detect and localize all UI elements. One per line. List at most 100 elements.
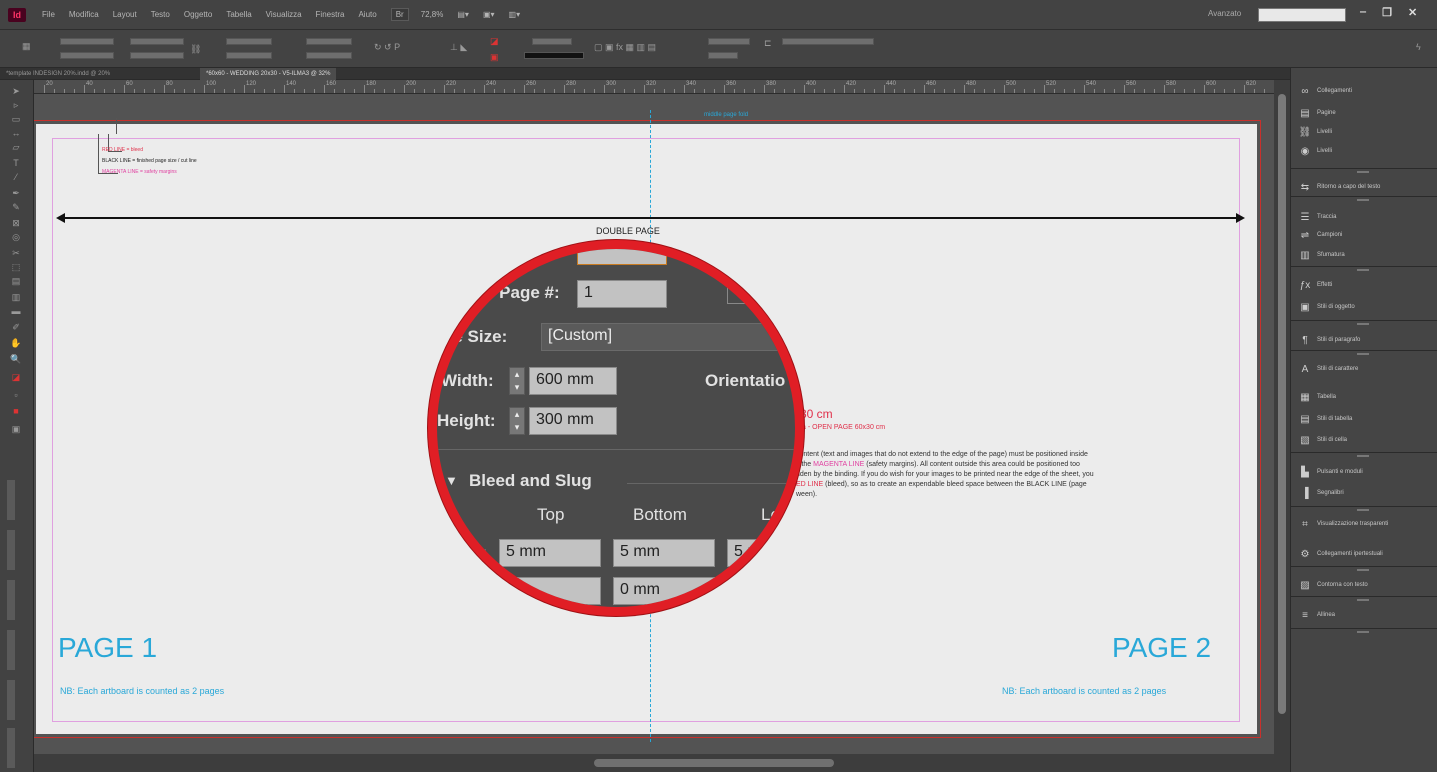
type-tool-icon[interactable]: T (9, 158, 23, 169)
rotation-field[interactable] (306, 38, 352, 45)
rotate-icon[interactable]: ↻ ↺ P (374, 42, 400, 53)
panel-item[interactable]: ⛓ Livelli (1291, 123, 1437, 141)
note-tool-icon[interactable]: ▬ (9, 306, 23, 317)
menu-help[interactable]: Aiuto (358, 10, 376, 19)
panel-item[interactable]: ƒx Effetti (1291, 276, 1437, 294)
menu-edit[interactable]: Modifica (69, 10, 99, 19)
pen-tool-icon[interactable]: ✒ (9, 188, 23, 199)
panel-item[interactable]: ⚙ Collegamenti ipertestuali (1291, 545, 1437, 563)
tab-template-indesign[interactable]: *template INDESIGN 20%.indd @ 20% (0, 68, 116, 80)
object-style-field[interactable] (782, 38, 874, 45)
vertical-scroll-thumb[interactable] (1278, 94, 1286, 714)
line-tool-icon[interactable]: ⁄ (9, 172, 23, 183)
panel-item[interactable]: A Stili di carattere (1291, 360, 1437, 378)
tab-wedding-60x60[interactable]: *60x60 - WEDDING 20x30 - V5-ILMA3 @ 32% (200, 68, 337, 80)
panel-grip-icon[interactable] (1357, 509, 1369, 511)
fill-stroke-icon[interactable]: ◪ (9, 372, 23, 383)
menu-type[interactable]: Testo (151, 10, 170, 19)
side-panel-tab[interactable] (7, 728, 15, 768)
panel-item[interactable]: ▤ Pagine (1291, 104, 1437, 122)
lightning-icon[interactable]: ϟ (1416, 42, 1421, 52)
page-size-select[interactable]: [Custom] (541, 323, 795, 351)
rectangle-frame-tool-icon[interactable]: ⊠ (9, 218, 23, 229)
screen-mode-icon[interactable]: ▣▾ (483, 10, 495, 19)
bleed-bottom-input[interactable]: 5 mm (613, 539, 715, 567)
panel-item[interactable]: ⌗ Visualizzazione trasparenti (1291, 515, 1437, 533)
gradient-swatch-tool-icon[interactable]: ▤ (9, 276, 23, 287)
menu-file[interactable]: File (42, 10, 55, 19)
panel-item[interactable]: ▦ Tabella (1291, 388, 1437, 406)
panel-grip-icon[interactable] (1357, 569, 1369, 571)
bridge-button[interactable]: Br (390, 8, 409, 21)
stroke-weight-field[interactable] (532, 38, 572, 45)
selection-tool-icon[interactable]: ➤ (9, 86, 23, 97)
menu-table[interactable]: Tabella (226, 10, 251, 19)
gradient-feather-tool-icon[interactable]: ▥ (9, 292, 23, 303)
horizontal-ruler[interactable]: 20 40 60 80 100 120 140 160 180 200 220 240 260 280 30… (34, 80, 1274, 94)
eyedropper-tool-icon[interactable]: ✐ (9, 322, 23, 333)
start-page-input[interactable]: 1 (577, 280, 667, 308)
panel-grip-icon[interactable] (1357, 323, 1369, 325)
stroke-swatch-icon[interactable]: ▣ (490, 52, 499, 63)
horizontal-scrollbar[interactable] (34, 754, 1274, 772)
height-field[interactable] (130, 52, 184, 59)
menu-view[interactable]: Visualizza (266, 10, 302, 19)
ellipse-tool-icon[interactable]: ◎ (9, 232, 23, 243)
help-search-input[interactable] (1258, 8, 1346, 22)
workspace-switcher[interactable]: Avanzato (1208, 9, 1241, 18)
hand-tool-icon[interactable]: ✋ (9, 338, 23, 349)
number-of-pages-field[interactable] (577, 249, 667, 265)
stroke-type-field[interactable] (524, 52, 584, 59)
vertical-scrollbar[interactable] (1274, 80, 1290, 772)
constrain-proportions-icon[interactable]: ⛓ (190, 44, 201, 55)
panel-item[interactable]: ≡ Allinea (1291, 606, 1437, 624)
panel-grip-icon[interactable] (1357, 631, 1369, 633)
bleed-left-input[interactable]: 5 n (727, 539, 795, 567)
apply-color-icon[interactable]: ■ (9, 406, 23, 417)
side-panel-tab[interactable] (7, 530, 15, 570)
close-icon[interactable]: ✕ (1408, 6, 1417, 19)
side-panel-tab[interactable] (7, 630, 15, 670)
restore-icon[interactable]: ❐ (1382, 6, 1392, 19)
height-input[interactable]: 300 mm (529, 407, 617, 435)
x-position-field[interactable] (60, 38, 114, 45)
panel-item[interactable]: ▨ Contorna con testo (1291, 576, 1437, 594)
side-panel-tab[interactable] (7, 580, 15, 620)
menu-layout[interactable]: Layout (113, 10, 137, 19)
panel-grip-icon[interactable] (1357, 455, 1369, 457)
direct-selection-tool-icon[interactable]: ▹ (9, 100, 23, 111)
facing-pages-checkbox[interactable] (727, 284, 747, 304)
pencil-tool-icon[interactable]: ✎ (9, 202, 23, 213)
view-options-icon[interactable]: ▤▾ (457, 10, 469, 19)
width-field[interactable] (130, 38, 184, 45)
menu-object[interactable]: Oggetto (184, 10, 212, 19)
side-panel-tab[interactable] (7, 480, 15, 520)
panel-item[interactable]: ▧ Stili di cella (1291, 431, 1437, 449)
panel-item[interactable]: ▐ Segnalibri (1291, 484, 1437, 502)
panel-item[interactable]: ▙ Pulsanti e moduli (1291, 463, 1437, 481)
width-stepper-icon[interactable]: ▴ ▾ (509, 367, 525, 395)
fill-swatch-icon[interactable]: ◪ (490, 36, 499, 47)
panel-item[interactable]: ◉ Livelli (1291, 142, 1437, 160)
y-position-field[interactable] (60, 52, 114, 59)
scale-y-field[interactable] (226, 52, 272, 59)
scale-x-field[interactable] (226, 38, 272, 45)
zoom-level[interactable]: 72,8% (421, 10, 444, 19)
frame-fitting-icons[interactable]: ▢ ▣ fx ▦ ▥ ▤ (594, 42, 656, 53)
panel-item[interactable]: ▥ Sfumatura (1291, 246, 1437, 264)
panel-item[interactable]: ¶ Stili di paragrafo (1291, 331, 1437, 349)
panel-item[interactable]: ∞ Collegamenti (1291, 82, 1437, 100)
scissors-tool-icon[interactable]: ✂ (9, 248, 23, 259)
reference-point-icon[interactable]: ▦ (22, 41, 31, 52)
slug-top-input[interactable]: mm (499, 577, 601, 605)
panel-grip-icon[interactable] (1357, 269, 1369, 271)
shear-field[interactable] (306, 52, 352, 59)
panel-item[interactable]: ▤ Stili di tabella (1291, 410, 1437, 428)
minimize-icon[interactable]: ‒ (1360, 6, 1366, 19)
corner-field[interactable] (708, 52, 738, 59)
panel-item[interactable]: ⇌ Campioni (1291, 226, 1437, 244)
content-collector-icon[interactable]: ▱ (9, 142, 23, 153)
flip-icon[interactable]: ⊥ ◣ (450, 42, 467, 53)
panel-grip-icon[interactable] (1357, 199, 1369, 201)
arrange-docs-icon[interactable]: ▥▾ (509, 10, 521, 19)
